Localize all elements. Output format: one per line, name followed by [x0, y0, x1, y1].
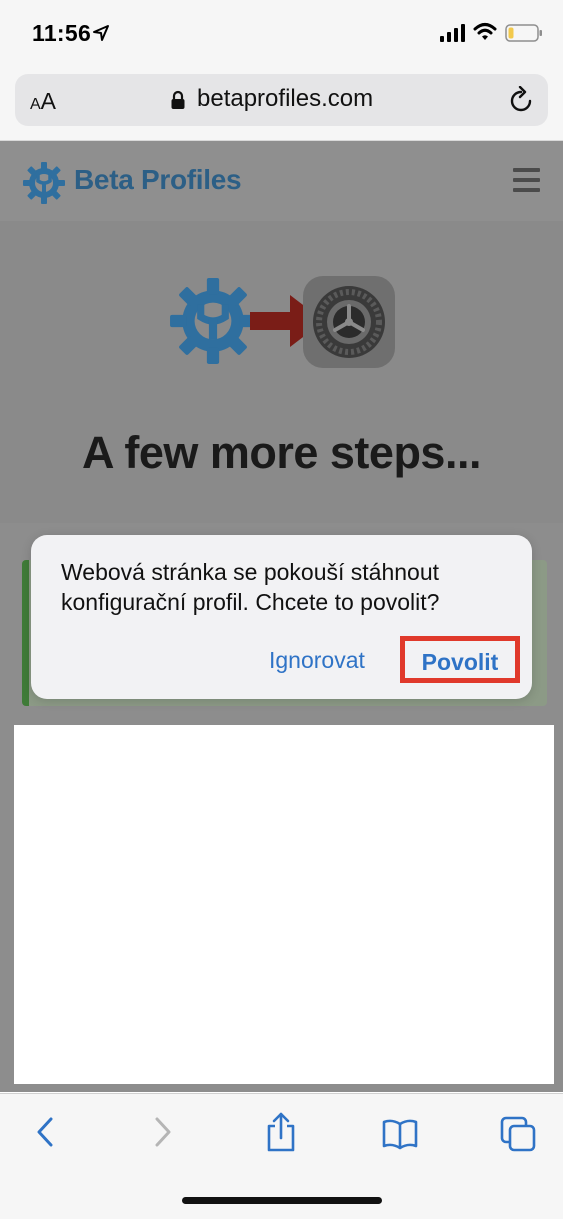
- cellular-signal-icon: [440, 24, 465, 42]
- settings-app-icon: [303, 276, 395, 368]
- status-bar: 11:56: [0, 0, 563, 66]
- status-time: 11:56: [32, 20, 92, 46]
- browser-address-area: AA betaprofiles.com: [0, 66, 563, 141]
- bookmarks-icon[interactable]: [382, 1118, 418, 1150]
- allow-button[interactable]: Povolit: [400, 636, 520, 683]
- forward-chevron-icon[interactable]: [153, 1116, 173, 1148]
- wrench-gear-icon: [170, 278, 256, 364]
- site-header: Beta Profiles: [0, 141, 563, 221]
- hero-section: A few more steps...: [0, 221, 563, 523]
- reload-icon[interactable]: [509, 86, 535, 114]
- location-arrow-icon: [93, 25, 109, 41]
- hero-title: A few more steps...: [82, 427, 481, 478]
- content-panel: [14, 725, 554, 1084]
- home-indicator[interactable]: [182, 1197, 382, 1204]
- site-name[interactable]: Beta Profiles: [74, 164, 242, 196]
- wifi-icon: [473, 23, 497, 40]
- back-chevron-icon[interactable]: [35, 1116, 55, 1148]
- dialog-message: Webová stránka se pokouší stáhnout konfi…: [61, 559, 440, 615]
- text-size-button[interactable]: AA: [30, 88, 56, 115]
- ignore-button[interactable]: Ignorovat: [269, 647, 365, 674]
- url-text[interactable]: betaprofiles.com: [197, 85, 373, 113]
- allow-button-label: Povolit: [421, 649, 499, 675]
- tabs-icon[interactable]: [500, 1116, 536, 1152]
- hamburger-menu-icon[interactable]: [513, 168, 540, 198]
- download-profile-dialog: Webová stránka se pokouší stáhnout konfi…: [31, 535, 532, 699]
- lock-icon: [171, 90, 185, 109]
- battery-icon: [505, 24, 542, 42]
- beta-profiles-logo-icon[interactable]: [22, 161, 66, 205]
- share-icon[interactable]: [265, 1112, 297, 1152]
- address-bar[interactable]: AA betaprofiles.com: [15, 74, 548, 126]
